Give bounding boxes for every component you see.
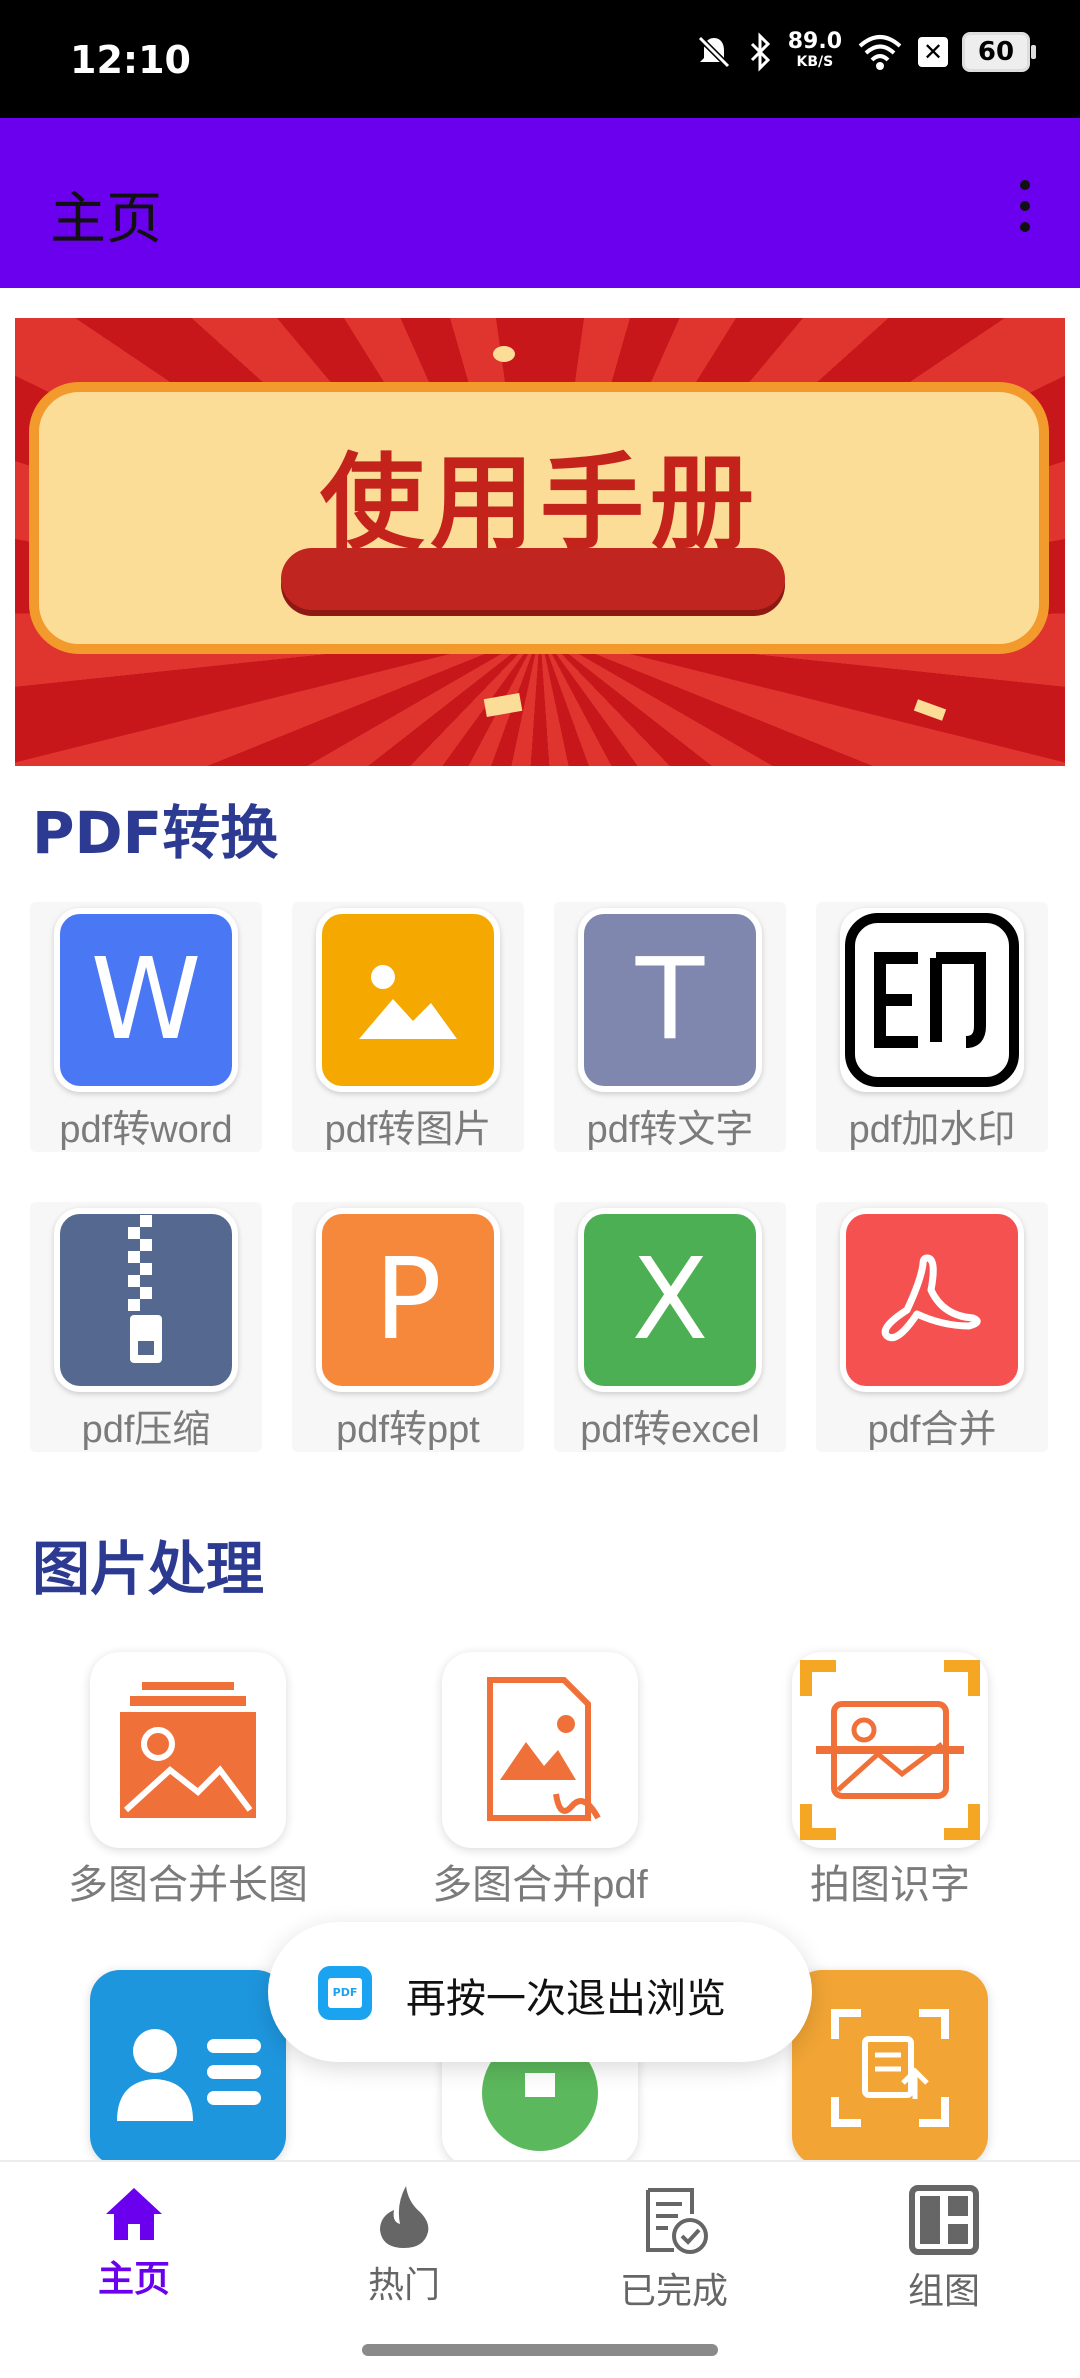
done-icon (646, 2188, 708, 2254)
nav-label: 热门 (367, 2265, 440, 2306)
bottom-nav: 主页 热门 已完成 组图 (0, 2160, 1080, 2378)
acrobat-icon (840, 1208, 1024, 1392)
tool-pdf-to-image[interactable]: pdf转图片 (292, 902, 524, 1152)
tool-pdf-to-text[interactable]: T pdf转文字 (554, 902, 786, 1152)
status-bar: 12:10 89.0 KB/S ✕ 60 (0, 0, 1080, 118)
tool-pdf-to-word[interactable]: W pdf转word (30, 902, 262, 1152)
tool-label: pdf转文字 (586, 1109, 754, 1151)
nav-label: 组图 (907, 2271, 980, 2312)
grid-icon (909, 2185, 979, 2255)
tool-label: 多图合并长图 (68, 1863, 308, 1907)
tool-label: 多图合并pdf (432, 1863, 648, 1907)
scan-doc-icon (792, 1970, 988, 2166)
nav-label: 主页 (97, 2259, 170, 2300)
tool-pdf-compress[interactable]: pdf压缩 (30, 1202, 262, 1452)
tool-label: 拍图识字 (810, 1863, 970, 1907)
watermark-icon (840, 908, 1024, 1092)
tool-merge-image-pdf[interactable]: 多图合并pdf (390, 1652, 690, 1907)
wifi-icon (858, 35, 902, 70)
tool-merge-long-image[interactable]: 多图合并长图 (38, 1652, 338, 1907)
overflow-menu-icon[interactable] (1018, 180, 1032, 232)
section-title-image: 图片处理 (32, 1535, 265, 1603)
gallery-icon (90, 1652, 286, 1848)
image-pdf-icon (442, 1652, 638, 1848)
tool-pdf-to-ppt[interactable]: P pdf转ppt (292, 1202, 524, 1452)
status-icons: 89.0 KB/S ✕ 60 (694, 29, 1036, 72)
mute-icon (697, 35, 730, 69)
tool-label: pdf转excel (580, 1409, 760, 1451)
gesture-bar[interactable] (362, 2344, 718, 2356)
banner-title: 使用手册 (319, 442, 760, 564)
nav-item-home[interactable]: 主页 (44, 2184, 224, 2314)
nav-item-hot[interactable]: 热门 (314, 2184, 494, 2314)
tool-pdf-watermark[interactable]: pdf加水印 (816, 902, 1048, 1152)
ppt-icon: P (316, 1208, 500, 1392)
tool-label: pdf合并 (867, 1409, 997, 1451)
zip-icon (54, 1208, 238, 1392)
network-speed: 89.0 KB/S (787, 29, 842, 71)
app-bar: 主页 (0, 118, 1080, 288)
section-title-pdf: PDF转换 (32, 799, 279, 867)
home-icon (106, 2188, 162, 2240)
tool-pdf-to-excel[interactable]: X pdf转excel (554, 1202, 786, 1452)
text-icon: T (578, 908, 762, 1092)
scan-image-icon (792, 1652, 988, 1848)
flame-icon (380, 2186, 429, 2248)
tool-label: pdf压缩 (81, 1409, 211, 1451)
status-time: 12:10 (70, 38, 191, 82)
id-card-icon (90, 1970, 286, 2166)
tool-pdf-merge[interactable]: pdf合并 (816, 1202, 1048, 1452)
exit-toast: 再按一次退出浏览 (268, 1922, 812, 2062)
tool-label: pdf转ppt (336, 1409, 480, 1451)
nav-item-collage[interactable]: 组图 (854, 2184, 1034, 2314)
excel-icon: X (578, 1208, 762, 1392)
battery-icon: 60 (962, 32, 1036, 72)
tool-label: pdf转word (59, 1109, 233, 1151)
close-box-icon: ✕ (918, 37, 948, 67)
image-icon (316, 908, 500, 1092)
page-title: 主页 (50, 187, 162, 252)
toast-text: 再按一次退出浏览 (406, 1976, 726, 2022)
banner-pill (281, 548, 785, 610)
tool-photo-ocr[interactable]: 拍图识字 (740, 1652, 1040, 1907)
user-manual-banner[interactable]: 使用手册 (15, 318, 1065, 766)
tool-label: pdf加水印 (848, 1109, 1016, 1151)
nav-label: 已完成 (619, 2271, 728, 2312)
bluetooth-icon (750, 32, 770, 72)
nav-item-done[interactable]: 已完成 (584, 2184, 764, 2314)
tool-label: pdf转图片 (324, 1109, 492, 1151)
word-icon: W (54, 908, 238, 1092)
app-icon (318, 1966, 372, 2020)
